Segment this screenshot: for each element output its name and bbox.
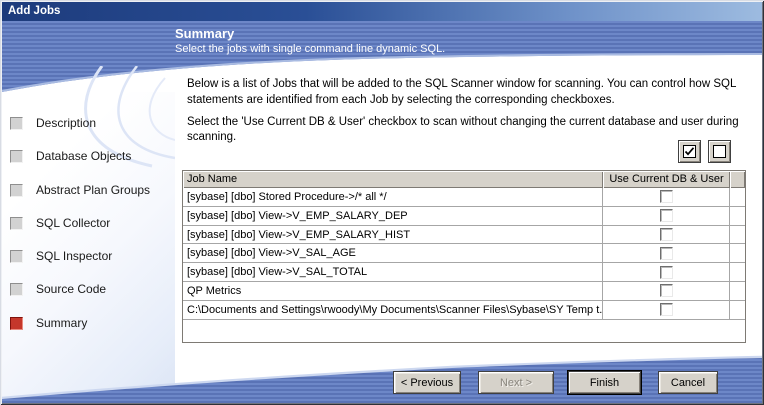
use-current-db-user-checkbox[interactable] <box>660 209 673 222</box>
sidebar-item-label: Summary <box>36 316 87 330</box>
sidebar-item-sql-collector[interactable]: SQL Collector <box>10 216 110 230</box>
use-current-db-user-checkbox[interactable] <box>660 228 673 241</box>
table-row-spacer <box>730 188 745 207</box>
step-marker-icon <box>10 250 23 263</box>
add-jobs-dialog: Add Jobs Summary Select the jobs with si… <box>0 0 764 405</box>
table-row-checkbox-cell <box>603 244 730 263</box>
instruction-text: Select the 'Use Current DB & User' check… <box>187 115 762 145</box>
sidebar-item-summary[interactable]: Summary <box>10 316 87 330</box>
use-current-db-user-checkbox[interactable] <box>660 190 673 203</box>
table-row-spacer <box>730 207 745 226</box>
use-current-db-user-checkbox[interactable] <box>660 266 673 279</box>
step-marker-icon <box>10 184 23 197</box>
previous-button[interactable]: < Previous <box>393 371 461 394</box>
table-row-job-name[interactable]: [sybase] [dbo] View->V_EMP_SALARY_DEP <box>183 207 603 226</box>
window-title: Add Jobs <box>8 5 60 17</box>
table-row-job-name[interactable]: [sybase] [dbo] View->V_EMP_SALARY_HIST <box>183 226 603 245</box>
table-row-job-name[interactable]: QP Metrics <box>183 282 603 301</box>
table-row-checkbox-cell <box>603 263 730 282</box>
page-subtitle: Select the jobs with single command line… <box>175 43 445 55</box>
sidebar-item-description[interactable]: Description <box>10 116 96 130</box>
table-row-checkbox-cell <box>603 282 730 301</box>
table-row-job-name[interactable]: [sybase] [dbo] View->V_SAL_AGE <box>183 244 603 263</box>
page-title: Summary <box>175 26 234 41</box>
footer-band-decoration <box>2 355 762 403</box>
step-marker-icon <box>10 217 23 230</box>
sidebar-item-abstract-plan-groups[interactable]: Abstract Plan Groups <box>10 183 150 197</box>
table-row-spacer <box>730 226 745 245</box>
table-row-job-name[interactable]: [sybase] [dbo] Stored Procedure->/* all … <box>183 188 603 207</box>
table-row-checkbox-cell <box>603 188 730 207</box>
window-titlebar: Add Jobs <box>2 2 762 21</box>
table-row-checkbox-cell <box>603 226 730 245</box>
checkbox-checked-icon <box>683 145 696 158</box>
next-button: Next > <box>478 371 554 394</box>
sidebar-item-label: Abstract Plan Groups <box>36 183 150 197</box>
column-header-job-name[interactable]: Job Name <box>183 171 603 188</box>
checkbox-empty-icon <box>713 145 726 158</box>
table-row-spacer <box>730 244 745 263</box>
table-row-spacer <box>730 301 745 320</box>
table-row-spacer <box>730 282 745 301</box>
sidebar-item-label: SQL Inspector <box>36 249 112 263</box>
table-row-spacer <box>730 263 745 282</box>
column-header-spacer <box>730 171 745 188</box>
sidebar-item-sql-inspector[interactable]: SQL Inspector <box>10 249 112 263</box>
sidebar-item-label: Description <box>36 116 96 130</box>
sidebar-item-database-objects[interactable]: Database Objects <box>10 149 131 163</box>
step-marker-icon <box>10 150 23 163</box>
use-current-db-user-checkbox[interactable] <box>660 303 673 316</box>
step-marker-icon <box>10 283 23 296</box>
intro-text: Below is a list of Jobs that will be add… <box>187 76 762 108</box>
sidebar-item-label: Source Code <box>36 282 106 296</box>
select-all-button[interactable] <box>678 140 701 163</box>
sidebar-item-label: Database Objects <box>36 149 131 163</box>
table-row-checkbox-cell <box>603 301 730 320</box>
table-row-job-name[interactable]: C:\Documents and Settings\rwoody\My Docu… <box>183 301 603 320</box>
sidebar-item-label: SQL Collector <box>36 216 110 230</box>
column-header-use-current-db-user[interactable]: Use Current DB & User <box>603 171 730 188</box>
use-current-db-user-checkbox[interactable] <box>660 284 673 297</box>
finish-button[interactable]: Finish <box>568 371 641 394</box>
use-current-db-user-checkbox[interactable] <box>660 247 673 260</box>
table-row-checkbox-cell <box>603 207 730 226</box>
step-marker-icon <box>10 117 23 130</box>
cancel-button[interactable]: Cancel <box>658 371 718 394</box>
jobs-table: Job Name Use Current DB & User [sybase] … <box>182 170 746 343</box>
deselect-all-button[interactable] <box>708 140 731 163</box>
table-row-job-name[interactable]: [sybase] [dbo] View->V_SAL_TOTAL <box>183 263 603 282</box>
current-step-marker-icon <box>10 317 23 330</box>
sidebar-item-source-code[interactable]: Source Code <box>10 282 106 296</box>
